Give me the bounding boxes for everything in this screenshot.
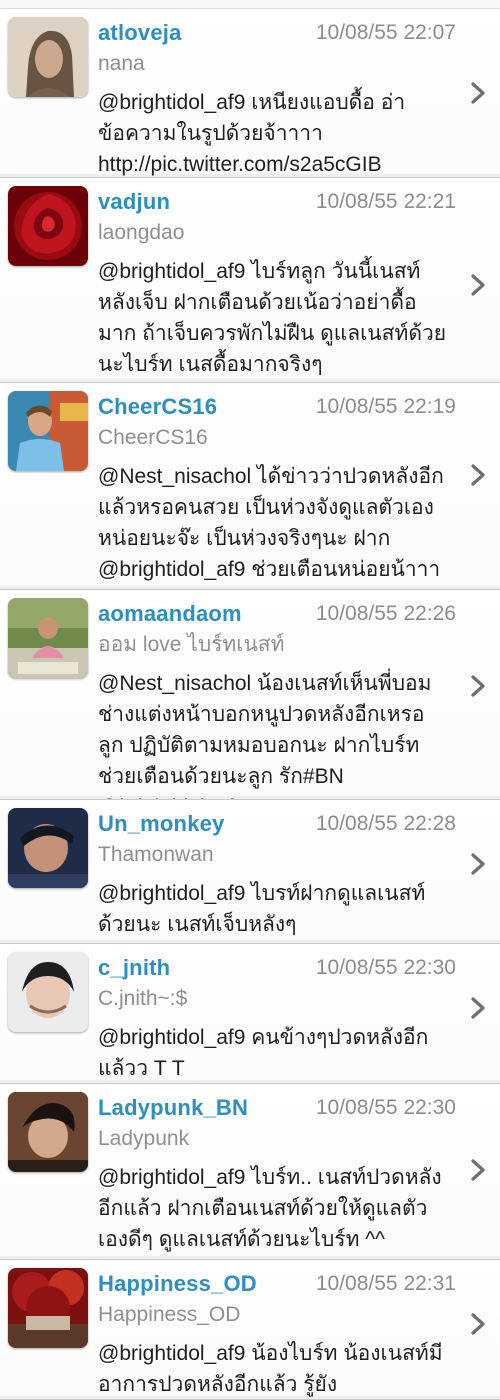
display-name: CheerCS16 bbox=[98, 426, 208, 449]
tweet-row[interactable]: Ladypunk_BN 10/08/55 22:30 Ladypunk @bri… bbox=[0, 1084, 500, 1260]
chevron-right-icon[interactable] bbox=[469, 996, 487, 1020]
timestamp: 10/08/55 22:30 bbox=[315, 956, 456, 979]
tweet-list: atloveja 10/08/55 22:07 nana @brightidol… bbox=[0, 9, 500, 1400]
username[interactable]: Happiness_OD bbox=[98, 1271, 257, 1296]
avatar[interactable] bbox=[8, 598, 88, 678]
avatar-image bbox=[8, 598, 88, 678]
avatar[interactable] bbox=[8, 1092, 88, 1172]
tweet-header: aomaandaom 10/08/55 22:26 bbox=[98, 598, 456, 630]
avatar-image bbox=[8, 186, 88, 266]
tweet-row[interactable]: Happiness_OD 10/08/55 22:31 Happiness_OD… bbox=[0, 1260, 500, 1400]
timestamp: 10/08/55 22:31 bbox=[315, 1272, 456, 1295]
tweet-header: vadjun 10/08/55 22:21 bbox=[98, 186, 456, 218]
chevron-right-icon[interactable] bbox=[469, 463, 487, 487]
tweet-header: Happiness_OD 10/08/55 22:31 bbox=[98, 1268, 456, 1300]
tweet-message: @Nest_nisachol น้องเนสท์เห็นพี่บอมช่างแต… bbox=[98, 672, 432, 799]
display-name: Thamonwan bbox=[98, 843, 214, 866]
display-name: laongdao bbox=[98, 221, 185, 244]
chevron-right-icon[interactable] bbox=[469, 1158, 487, 1182]
tweet-message: @brightidol_af9 คนข้างๆปวดหลังอีกแล้วว T… bbox=[98, 1026, 429, 1080]
tweet-header: c_jnith 10/08/55 22:30 bbox=[98, 952, 456, 984]
tweet-row[interactable]: c_jnith 10/08/55 22:30 C.jnith~:$ @brigh… bbox=[0, 944, 500, 1084]
username[interactable]: CheerCS16 bbox=[98, 394, 217, 419]
tweet-header: CheerCS16 10/08/55 22:19 bbox=[98, 391, 456, 423]
username[interactable]: vadjun bbox=[98, 189, 170, 214]
username[interactable]: atloveja bbox=[98, 20, 182, 45]
tweet-message: @brightidol_af9 น้องไบร์ท น้องเนสท์มีอาก… bbox=[98, 1342, 443, 1396]
avatar-image bbox=[8, 1268, 88, 1348]
timestamp: 10/08/55 22:28 bbox=[315, 812, 456, 835]
tweet-row[interactable]: atloveja 10/08/55 22:07 nana @brightidol… bbox=[0, 9, 500, 178]
avatar-image bbox=[8, 17, 88, 97]
username[interactable]: Un_monkey bbox=[98, 811, 225, 836]
username[interactable]: Ladypunk_BN bbox=[98, 1095, 248, 1120]
chevron-right-icon[interactable] bbox=[469, 81, 487, 105]
avatar[interactable] bbox=[8, 1268, 88, 1348]
tweet-header: atloveja 10/08/55 22:07 bbox=[98, 17, 456, 49]
username[interactable]: aomaandaom bbox=[98, 601, 242, 626]
tweet-message: @brightidol_af9 ไบร์ทลูก วันนี้เนสท์หลัง… bbox=[98, 260, 447, 376]
display-name: C.jnith~:$ bbox=[98, 987, 188, 1010]
chevron-right-icon[interactable] bbox=[469, 674, 487, 698]
display-name: ออม love ไบร์ทเนสท์ bbox=[98, 633, 285, 656]
timestamp: 10/08/55 22:21 bbox=[315, 190, 456, 213]
avatar-image bbox=[8, 1092, 88, 1172]
top-gap bbox=[0, 0, 500, 9]
tweet-row[interactable]: CheerCS16 10/08/55 22:19 CheerCS16 @Nest… bbox=[0, 383, 500, 590]
timestamp: 10/08/55 22:19 bbox=[315, 395, 456, 418]
tweet-message: @brightidol_af9 เหนียงแอบดื้อ อ่าข้อความ… bbox=[98, 91, 406, 176]
display-name: Happiness_OD bbox=[98, 1303, 241, 1326]
avatar[interactable] bbox=[8, 952, 88, 1032]
avatar[interactable] bbox=[8, 17, 88, 97]
tweet-message: @brightidol_af9 ไบร์ท.. เนสท์ปวดหลังอีกแ… bbox=[98, 1166, 442, 1251]
avatar-image bbox=[8, 808, 88, 888]
tweet-row[interactable]: vadjun 10/08/55 22:21 laongdao @brightid… bbox=[0, 178, 500, 383]
avatar-image bbox=[8, 391, 88, 471]
tweet-header: Un_monkey 10/08/55 22:28 bbox=[98, 808, 456, 840]
tweet-row[interactable]: Un_monkey 10/08/55 22:28 Thamonwan @brig… bbox=[0, 800, 500, 944]
avatar-image bbox=[8, 952, 88, 1032]
avatar[interactable] bbox=[8, 186, 88, 266]
display-name: nana bbox=[98, 52, 145, 75]
timestamp: 10/08/55 22:07 bbox=[315, 21, 456, 44]
display-name: Ladypunk bbox=[98, 1127, 190, 1150]
chevron-right-icon[interactable] bbox=[469, 852, 487, 876]
tweet-message: @brightidol_af9 ไบรท์ฝากดูแลเนสท์ด้วยนะ … bbox=[98, 882, 426, 936]
chevron-right-icon[interactable] bbox=[469, 273, 487, 297]
username[interactable]: c_jnith bbox=[98, 955, 170, 980]
tweet-header: Ladypunk_BN 10/08/55 22:30 bbox=[98, 1092, 456, 1124]
timestamp: 10/08/55 22:26 bbox=[315, 602, 456, 625]
tweet-row[interactable]: aomaandaom 10/08/55 22:26 ออม love ไบร์ท… bbox=[0, 590, 500, 800]
timestamp: 10/08/55 22:30 bbox=[315, 1096, 456, 1119]
avatar[interactable] bbox=[8, 391, 88, 471]
tweet-message: @Nest_nisachol ได้ข่าวว่าปวดหลังอีกแล้วห… bbox=[98, 465, 444, 581]
avatar[interactable] bbox=[8, 808, 88, 888]
chevron-right-icon[interactable] bbox=[469, 1312, 487, 1336]
